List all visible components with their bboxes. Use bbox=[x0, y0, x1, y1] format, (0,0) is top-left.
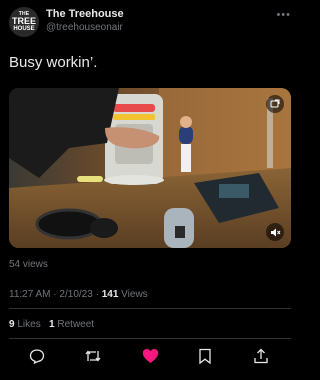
retweets-stat[interactable]: 1 Retweet bbox=[49, 319, 94, 330]
tweet-text: Busy workin’. bbox=[9, 54, 98, 71]
bookmark-icon[interactable] bbox=[195, 346, 215, 366]
avatar-text-bottom: HOUSE bbox=[13, 26, 35, 32]
retweets-count: 1 bbox=[49, 319, 55, 330]
author-handle[interactable]: @treehouseonair bbox=[46, 22, 123, 33]
likes-count: 9 bbox=[9, 319, 15, 330]
meta-separator: · bbox=[53, 289, 57, 300]
retweets-label: Retweet bbox=[57, 319, 95, 330]
meta-separator: · bbox=[95, 289, 99, 300]
likes-stat[interactable]: 9 Likes bbox=[9, 319, 41, 330]
video-frame bbox=[9, 88, 291, 248]
divider bbox=[9, 338, 291, 339]
heart-icon[interactable] bbox=[140, 346, 160, 366]
tweet-meta: 11:27 AM · 2/10/23 · 141 Views bbox=[9, 289, 148, 300]
avatar[interactable]: THE TREE HOUSE bbox=[9, 7, 39, 37]
tweet-view-count: 141 bbox=[101, 289, 119, 300]
likes-label: Likes bbox=[17, 319, 41, 330]
tweet-view-label: Views bbox=[121, 289, 148, 300]
tweet-header: THE TREE HOUSE The Treehouse @treehouseo… bbox=[9, 7, 291, 37]
divider bbox=[9, 308, 291, 309]
retweet-icon[interactable] bbox=[83, 346, 103, 366]
tweet-date[interactable]: 2/10/23 bbox=[59, 289, 92, 300]
tweet-time[interactable]: 11:27 AM bbox=[9, 289, 51, 300]
engagement-stats: 9 Likes 1 Retweet bbox=[9, 319, 94, 330]
mute-icon[interactable] bbox=[266, 223, 284, 241]
edit-icon[interactable] bbox=[266, 95, 284, 113]
author-display-name[interactable]: The Treehouse bbox=[46, 8, 124, 20]
tweet-video[interactable] bbox=[9, 88, 291, 248]
more-dots-icon[interactable]: ••• bbox=[276, 9, 291, 21]
reply-icon[interactable] bbox=[27, 346, 47, 366]
action-bar bbox=[0, 343, 300, 369]
share-icon[interactable] bbox=[251, 346, 271, 366]
avatar-text-mid: TREE bbox=[11, 16, 36, 26]
video-view-count: 54 views bbox=[9, 259, 48, 270]
